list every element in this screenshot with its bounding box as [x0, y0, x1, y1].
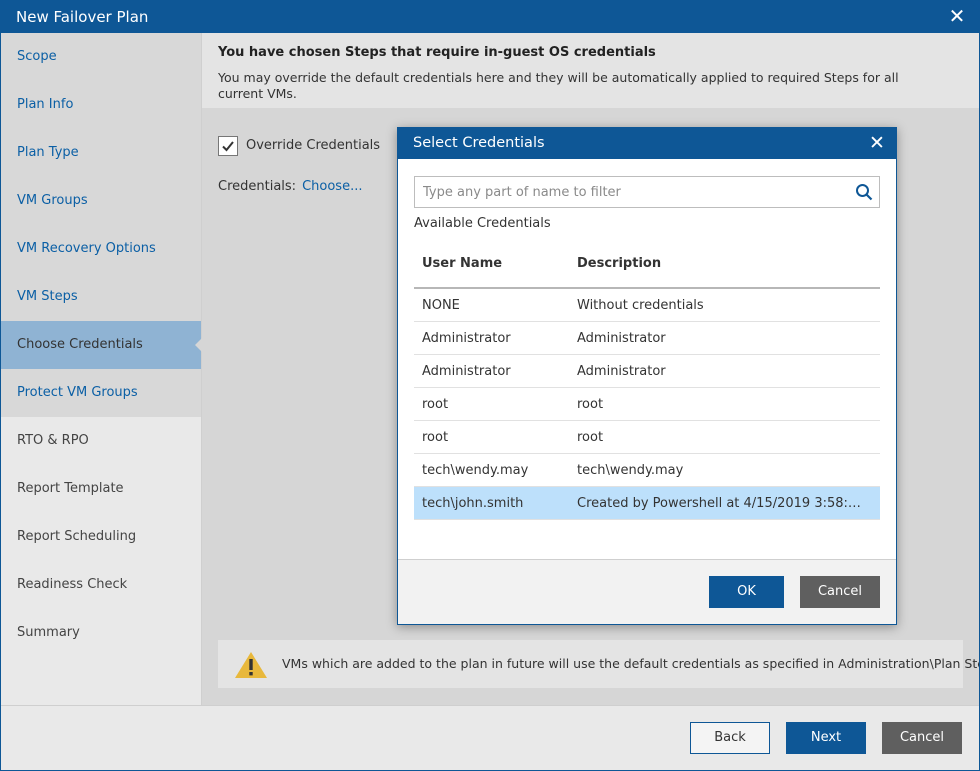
credentials-row: Credentials: Choose...	[218, 179, 362, 194]
dialog-titlebar: Select Credentials ✕	[398, 128, 896, 159]
credentials-search	[414, 176, 880, 208]
credentials-table: User Name Description NONE Without crede…	[414, 242, 880, 520]
next-button[interactable]: Next	[786, 722, 866, 754]
window-title: New Failover Plan	[16, 8, 149, 26]
checkmark-icon	[222, 141, 234, 152]
cell-description: Created by Powershell at 4/15/2019 3:58:…	[577, 496, 869, 511]
sidebar-item-report-scheduling: Report Scheduling	[17, 529, 137, 544]
table-row[interactable]: root root	[414, 421, 880, 454]
wizard-sidebar: Scope Plan Info Plan Type VM Groups VM R…	[1, 33, 202, 705]
cell-description: Without credentials	[577, 298, 704, 313]
step-description: You may override the default credentials…	[218, 70, 899, 101]
column-header-description[interactable]: Description	[577, 256, 661, 271]
sidebar-item-choose-credentials[interactable]: Choose Credentials	[1, 321, 202, 369]
table-row[interactable]: Administrator Administrator	[414, 355, 880, 388]
sidebar-item-plan-info[interactable]: Plan Info	[1, 81, 201, 129]
credentials-search-input[interactable]	[415, 177, 845, 207]
available-credentials-label: Available Credentials	[414, 216, 551, 231]
sidebar-item-summary: Summary	[17, 625, 80, 640]
cell-description: tech\wendy.may	[577, 463, 684, 478]
cell-description: root	[577, 397, 604, 412]
dialog-title: Select Credentials	[413, 135, 545, 151]
credentials-label: Credentials:	[218, 179, 297, 194]
step-title: You have chosen Steps that require in-gu…	[218, 45, 656, 60]
cell-description: Administrator	[577, 331, 666, 346]
table-row[interactable]: Administrator Administrator	[414, 322, 880, 355]
cell-user-name: tech\wendy.may	[422, 463, 529, 478]
cancel-button[interactable]: Cancel	[882, 722, 962, 754]
select-credentials-dialog: Select Credentials ✕ Available Credentia…	[397, 127, 897, 625]
dialog-ok-button[interactable]: OK	[709, 576, 784, 608]
warning-text: VMs which are added to the plan in futur…	[282, 656, 980, 671]
override-credentials-label[interactable]: Override Credentials	[246, 138, 380, 153]
warning-banner: VMs which are added to the plan in futur…	[218, 640, 980, 688]
cell-user-name: Administrator	[422, 364, 511, 379]
wizard-footer: Back Next Cancel	[1, 705, 979, 770]
cell-user-name: root	[422, 430, 449, 445]
step-header: You have chosen Steps that require in-gu…	[202, 33, 979, 108]
choose-credentials-link[interactable]: Choose...	[302, 179, 362, 194]
back-button[interactable]: Back	[690, 722, 770, 754]
override-credentials-checkbox[interactable]	[218, 136, 238, 156]
dialog-cancel-button[interactable]: Cancel	[800, 576, 880, 608]
sidebar-item-vm-steps[interactable]: VM Steps	[1, 273, 201, 321]
sidebar-item-readiness-check: Readiness Check	[17, 577, 128, 592]
window-titlebar: New Failover Plan ✕	[0, 0, 980, 33]
sidebar-item-scope[interactable]: Scope	[1, 33, 201, 81]
table-row-selected[interactable]: tech\john.smith Created by Powershell at…	[414, 487, 880, 520]
cell-user-name: tech\john.smith	[422, 496, 524, 511]
table-row[interactable]: tech\wendy.may tech\wendy.may	[414, 454, 880, 487]
close-icon[interactable]: ✕	[946, 5, 968, 27]
cell-user-name: Administrator	[422, 331, 511, 346]
table-row[interactable]: NONE Without credentials	[414, 289, 880, 322]
dialog-close-icon[interactable]: ✕	[866, 132, 888, 154]
warning-icon	[235, 652, 267, 678]
search-icon[interactable]	[855, 183, 873, 201]
sidebar-item-vm-recovery-options[interactable]: VM Recovery Options	[1, 225, 201, 273]
sidebar-item-report-template: Report Template	[17, 481, 124, 496]
sidebar-item-vm-groups[interactable]: VM Groups	[1, 177, 201, 225]
column-header-user-name[interactable]: User Name	[422, 256, 502, 271]
cell-user-name: root	[422, 397, 449, 412]
table-row[interactable]: root root	[414, 388, 880, 421]
cell-description: Administrator	[577, 364, 666, 379]
sidebar-item-protect-vm-groups[interactable]: Protect VM Groups	[1, 369, 201, 417]
cell-description: root	[577, 430, 604, 445]
cell-user-name: NONE	[422, 298, 460, 313]
sidebar-item-rto-rpo: RTO & RPO	[17, 433, 89, 448]
sidebar-item-plan-type[interactable]: Plan Type	[1, 129, 201, 177]
dialog-footer: OK Cancel	[398, 560, 896, 624]
table-header: User Name Description	[414, 242, 880, 289]
